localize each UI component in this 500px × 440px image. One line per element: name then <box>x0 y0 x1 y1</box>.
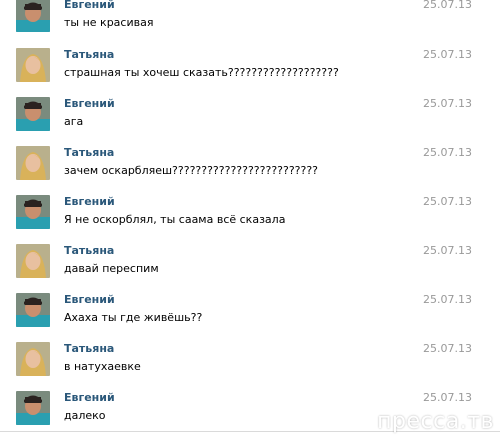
female-avatar-icon[interactable] <box>16 48 50 82</box>
message-item: Евгений 25.07.13 Я не оскорблял, ты саам… <box>0 191 500 239</box>
message-date[interactable]: 25.07.13 <box>423 97 472 110</box>
message-item: Евгений 25.07.13 ты не красивая <box>0 0 500 42</box>
male-avatar-icon[interactable] <box>16 0 50 32</box>
author-name[interactable]: Татьяна <box>64 244 114 257</box>
message-date[interactable]: 25.07.13 <box>423 0 472 11</box>
female-avatar-icon[interactable] <box>16 146 50 180</box>
male-avatar-icon[interactable] <box>16 293 50 327</box>
message-text: зачем оскарбляеш????????????????????????… <box>64 164 319 177</box>
message-date[interactable]: 25.07.13 <box>423 391 472 404</box>
message-text: Я не оскорблял, ты саама всё сказала <box>64 213 286 226</box>
male-avatar-icon[interactable] <box>16 195 50 229</box>
message-item: Татьяна 25.07.13 страшная ты хочеш сказа… <box>0 44 500 92</box>
message-text: ты не красивая <box>64 16 154 29</box>
male-avatar-icon[interactable] <box>16 391 50 425</box>
female-avatar-icon[interactable] <box>16 342 50 376</box>
author-name[interactable]: Евгений <box>64 293 115 306</box>
message-item: Татьяна 25.07.13 в натухаевке <box>0 338 500 386</box>
message-text: далеко <box>64 409 106 422</box>
message-item: Татьяна 25.07.13 давай переспим <box>0 240 500 288</box>
message-date[interactable]: 25.07.13 <box>423 146 472 159</box>
message-text: ага <box>64 115 84 128</box>
author-name[interactable]: Евгений <box>64 391 115 404</box>
male-avatar-icon[interactable] <box>16 97 50 131</box>
message-item: Татьяна 25.07.13 зачем оскарбляеш???????… <box>0 142 500 190</box>
message-date[interactable]: 25.07.13 <box>423 244 472 257</box>
message-text: страшная ты хочеш сказать???????????????… <box>64 66 339 79</box>
message-text: в натухаевке <box>64 360 141 373</box>
female-avatar-icon[interactable] <box>16 244 50 278</box>
message-date[interactable]: 25.07.13 <box>423 342 472 355</box>
message-date[interactable]: 25.07.13 <box>423 293 472 306</box>
message-item: Евгений 25.07.13 Ахаха ты где живёшь?? <box>0 289 500 337</box>
message-list: Евгений 25.07.13 ты не красивая Татьяна … <box>0 0 500 440</box>
author-name[interactable]: Татьяна <box>64 146 114 159</box>
author-name[interactable]: Татьяна <box>64 342 114 355</box>
author-name[interactable]: Евгений <box>64 195 115 208</box>
message-text: Ахаха ты где живёшь?? <box>64 311 203 324</box>
author-name[interactable]: Татьяна <box>64 48 114 61</box>
message-date[interactable]: 25.07.13 <box>423 195 472 208</box>
author-name[interactable]: Евгений <box>64 97 115 110</box>
watermark: пресса.тв <box>377 409 494 434</box>
author-name[interactable]: Евгений <box>64 0 115 11</box>
message-date[interactable]: 25.07.13 <box>423 48 472 61</box>
message-text: давай переспим <box>64 262 159 275</box>
message-item: Евгений 25.07.13 ага <box>0 93 500 141</box>
